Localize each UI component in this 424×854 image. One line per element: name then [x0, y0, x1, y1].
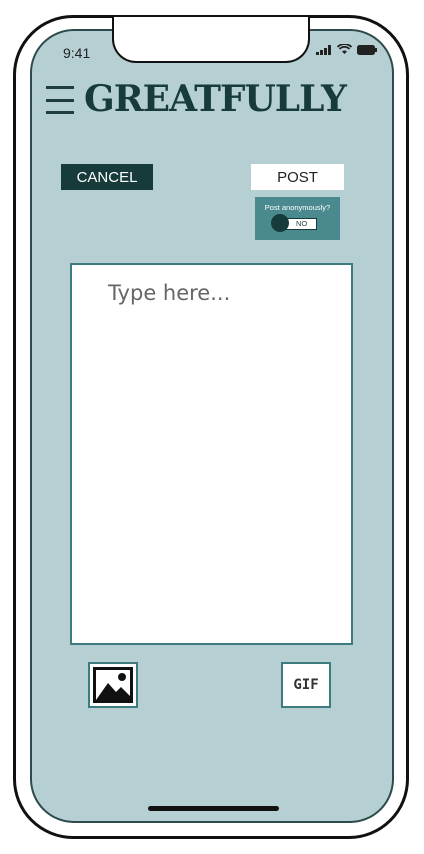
post-button[interactable]: POST — [251, 164, 344, 190]
wifi-icon — [337, 44, 352, 54]
status-time: 9:41 — [63, 45, 91, 61]
image-icon — [93, 667, 133, 703]
app-logo: GREATFULLY — [84, 78, 347, 120]
anonymous-toggle-panel: Post anonymously? NO — [255, 197, 340, 240]
battery-icon — [357, 44, 377, 55]
post-text-area[interactable]: Type here... — [70, 263, 353, 645]
signal-icon — [316, 44, 331, 55]
toggle-value: NO — [296, 219, 308, 228]
text-placeholder: Type here... — [108, 281, 231, 305]
phone-notch — [112, 17, 310, 63]
menu-icon[interactable] — [46, 86, 74, 114]
add-image-button[interactable] — [88, 662, 138, 708]
toggle-knob[interactable] — [271, 214, 289, 232]
cancel-button[interactable]: CANCEL — [61, 164, 153, 190]
anonymous-label: Post anonymously? — [264, 203, 331, 212]
status-icons — [316, 44, 377, 55]
add-gif-button[interactable]: GIF — [281, 662, 331, 708]
home-indicator — [148, 806, 279, 811]
